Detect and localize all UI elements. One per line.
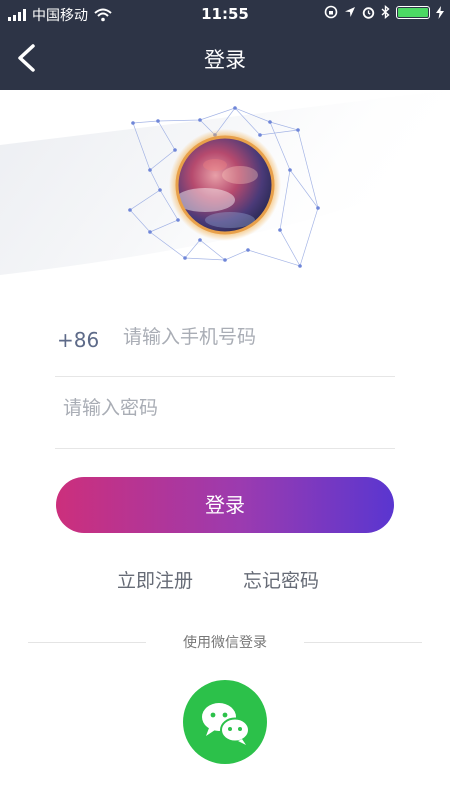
- battery-level: [398, 7, 428, 17]
- phone-field-row: +86: [55, 302, 395, 377]
- wechat-login-label: 使用微信登录: [183, 635, 267, 651]
- register-link[interactable]: 立即注册: [117, 566, 193, 593]
- wechat-login-button[interactable]: [183, 680, 267, 764]
- navigation-bar: 登录: [0, 28, 450, 90]
- page-title: 登录: [204, 48, 246, 72]
- constellation-graphic: [0, 90, 450, 275]
- password-input[interactable]: [63, 393, 383, 423]
- status-icons: [324, 5, 444, 19]
- forgot-password-link[interactable]: 忘记密码: [243, 566, 319, 593]
- phone-input[interactable]: [123, 322, 388, 352]
- country-code[interactable]: +86: [57, 328, 99, 352]
- battery-icon: [396, 5, 430, 19]
- password-field-row: [55, 378, 395, 449]
- charging-icon: [436, 5, 444, 19]
- wechat-icon: [202, 703, 250, 745]
- location-icon: [345, 7, 355, 17]
- alarm-icon: [362, 6, 375, 19]
- hero-illustration: [0, 90, 450, 280]
- rotation-lock-icon: [324, 5, 338, 19]
- bluetooth-icon: [381, 5, 390, 19]
- login-button[interactable]: 登录: [56, 477, 394, 533]
- status-bar: 中国移动 11:55: [0, 0, 450, 28]
